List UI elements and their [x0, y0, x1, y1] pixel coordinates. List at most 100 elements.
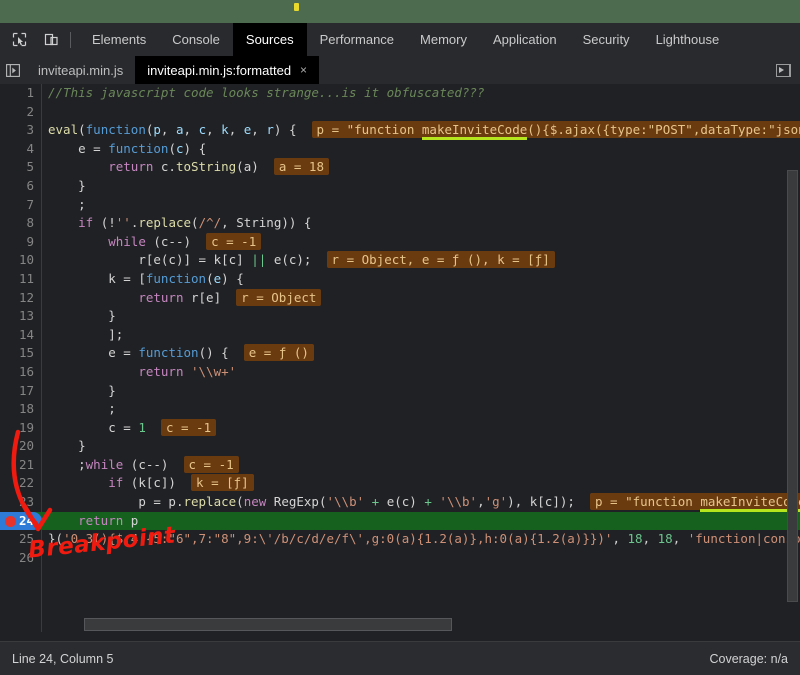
code-line[interactable]: 4 e = function(c) {	[0, 140, 800, 159]
line-number[interactable]: 7	[0, 196, 34, 215]
code-line[interactable]: 10 r[e(c)] = k[c] || e(c); r = Object, e…	[0, 251, 800, 270]
tab-sources[interactable]: Sources	[232, 23, 307, 56]
line-number[interactable]: 6	[0, 177, 34, 196]
code-line[interactable]: 7 ;	[0, 196, 800, 215]
code-lines: 1 //This javascript code looks strange...…	[0, 84, 800, 567]
code-token: function	[145, 270, 207, 286]
code-line[interactable]: 15 e = function() { e = ƒ ()	[0, 344, 800, 363]
code-token: '\\b'	[439, 494, 478, 510]
line-number[interactable]: 26	[0, 549, 34, 568]
tab-application[interactable]: Application	[480, 23, 570, 56]
inline-value-chip[interactable]: k = [ƒ]	[191, 474, 254, 492]
line-number[interactable]: 23	[0, 493, 34, 512]
code-line[interactable]: 22 if (k[c]) k = [ƒ]	[0, 474, 800, 493]
code-token: =	[93, 140, 101, 156]
inline-value-chip[interactable]: p = "function makeInviteCode(){$.a	[589, 493, 800, 513]
file-tab-inviteapi-min-js-formatted[interactable]: inviteapi.min.js:formatted ×	[135, 56, 320, 84]
line-number[interactable]: 10	[0, 251, 34, 270]
tab-console[interactable]: Console	[159, 23, 233, 56]
code-line[interactable]: 11 k = [function(e) {	[0, 270, 800, 289]
line-number[interactable]: 16	[0, 363, 34, 382]
code-token: }	[78, 438, 86, 454]
code-line[interactable]: 26	[0, 549, 800, 568]
line-number[interactable]: 8	[0, 214, 34, 233]
line-number[interactable]: 17	[0, 382, 34, 401]
code-token: c	[108, 419, 124, 435]
code-line[interactable]: 2	[0, 103, 800, 122]
line-number[interactable]: 19	[0, 419, 34, 438]
line-number[interactable]: 20	[0, 437, 34, 456]
inline-value-chip[interactable]: p = "function makeInviteCode(){$.ajax({t…	[311, 121, 800, 141]
code-line[interactable]: 13 }	[0, 307, 800, 326]
inline-value-chip[interactable]: a = 18	[273, 158, 329, 176]
code-line[interactable]: 21 ;while (c--) c = -1	[0, 455, 800, 475]
devtools-toolbar: Elements Console Sources Performance Mem…	[0, 23, 800, 56]
code-line[interactable]: 6 }	[0, 177, 800, 196]
code-line[interactable]: 12 return r[e] r = Object	[0, 288, 800, 308]
code-token: ,	[206, 122, 222, 138]
line-number[interactable]: 18	[0, 400, 34, 419]
code-line[interactable]: 5 return c.toString(a) a = 18	[0, 158, 800, 177]
code-line[interactable]: 8 if (!''.replace(/^/, String)) {	[0, 214, 800, 233]
code-line[interactable]: 3 eval(function(p, a, c, k, e, r) { p = "…	[0, 121, 800, 141]
line-number[interactable]: 2	[0, 103, 34, 122]
line-number[interactable]: 4	[0, 140, 34, 159]
line-number[interactable]: 25	[0, 530, 34, 549]
line-number[interactable]: 12	[0, 289, 34, 308]
code-line[interactable]: 9 while (c--) c = -1	[0, 232, 800, 252]
breakpoint-marker-icon[interactable]	[5, 515, 16, 527]
show-debugger-sidebar-icon[interactable]	[766, 56, 800, 84]
line-number[interactable]: 1	[0, 84, 34, 103]
inline-value-chip[interactable]: c = -1	[160, 418, 217, 436]
inline-value-chip[interactable]: e = ƒ ()	[243, 344, 314, 362]
chip-text: c = -1	[188, 456, 234, 472]
line-number[interactable]: 14	[0, 326, 34, 345]
vertical-scrollbar[interactable]	[787, 170, 798, 602]
tab-elements[interactable]: Elements	[79, 23, 159, 56]
close-icon[interactable]: ×	[300, 64, 307, 76]
code-line[interactable]: 24 return p	[0, 511, 800, 531]
code-line[interactable]: 14 ];	[0, 326, 800, 345]
code-token: (	[206, 270, 214, 286]
tab-security[interactable]: Security	[570, 23, 643, 56]
line-source: eval(function(p, a, c, k, e, r) { p = "f…	[48, 121, 800, 141]
inspect-element-icon[interactable]	[6, 27, 32, 53]
code-line[interactable]: 18 ;	[0, 400, 800, 419]
horizontal-scrollbar-track[interactable]	[42, 617, 800, 632]
code-token: e	[153, 252, 161, 268]
toolbar-divider	[70, 31, 71, 48]
code-line[interactable]: 23 p = p.replace(new RegExp('\\b' + e(c)…	[0, 493, 800, 513]
code-token: (k[c])	[123, 475, 176, 491]
code-line[interactable]: 19 c = 1 c = -1	[0, 418, 800, 438]
line-number[interactable]: 22	[0, 474, 34, 493]
line-number[interactable]: 3	[0, 121, 34, 140]
file-tab-inviteapi-min-js[interactable]: inviteapi.min.js	[26, 56, 135, 84]
line-number[interactable]: 5	[0, 158, 34, 177]
code-line[interactable]: 16 return '\\w+'	[0, 363, 800, 382]
code-token: if	[108, 475, 124, 491]
horizontal-scrollbar-thumb[interactable]	[84, 618, 452, 631]
code-token: ) {	[183, 140, 207, 156]
source-code-editor[interactable]: 1 //This javascript code looks strange...…	[0, 84, 800, 632]
code-line[interactable]: 17 }	[0, 382, 800, 401]
line-number[interactable]: 9	[0, 233, 34, 252]
line-number[interactable]: 15	[0, 344, 34, 363]
tab-performance[interactable]: Performance	[307, 23, 407, 56]
line-number[interactable]: 21	[0, 456, 34, 475]
show-navigator-icon[interactable]	[0, 56, 26, 84]
line-number[interactable]: 11	[0, 270, 34, 289]
code-line[interactable]: 20 }	[0, 437, 800, 456]
inline-value-chip[interactable]: r = Object	[236, 288, 322, 306]
code-line[interactable]: 1 //This javascript code looks strange...…	[0, 84, 800, 103]
inline-value-chip[interactable]: r = Object, e = ƒ (), k = [ƒ]	[326, 251, 555, 269]
code-token: p.	[160, 494, 184, 510]
device-toolbar-icon[interactable]	[38, 27, 64, 53]
inline-value-chip[interactable]: c = -1	[206, 232, 262, 250]
code-token: function	[108, 140, 169, 156]
line-source: return c.toString(a) a = 18	[48, 158, 329, 177]
tab-lighthouse[interactable]: Lighthouse	[643, 23, 733, 56]
code-line[interactable]: 25}('0 3(){$.4({5:"6",7:"8",9:\'/b/c/d/e…	[0, 530, 800, 549]
tab-memory[interactable]: Memory	[407, 23, 480, 56]
inline-value-chip[interactable]: c = -1	[183, 455, 239, 473]
line-number[interactable]: 13	[0, 307, 34, 326]
